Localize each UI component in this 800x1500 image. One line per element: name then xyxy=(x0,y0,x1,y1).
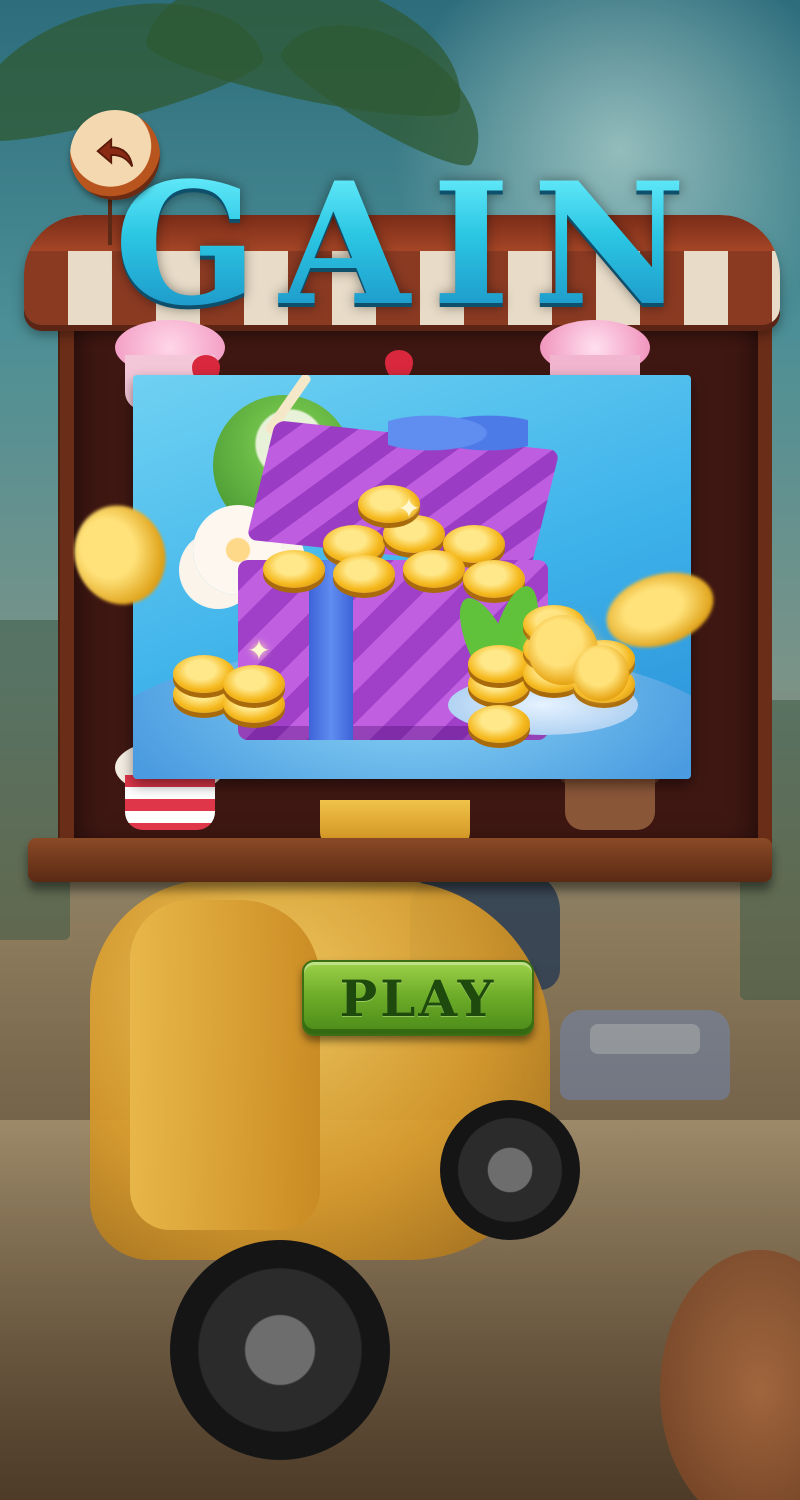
play-button-label: PLAY xyxy=(339,968,497,1028)
stand-shelf xyxy=(28,838,772,882)
gift-bow-icon xyxy=(388,403,528,463)
coin-icon xyxy=(573,645,629,701)
back-button[interactable] xyxy=(70,110,160,200)
coin-icon xyxy=(333,555,395,593)
coin-icon xyxy=(403,550,465,588)
coin-icon xyxy=(263,550,325,588)
scooter-front-wheel xyxy=(170,1240,390,1460)
reward-image: ✦ ✦ xyxy=(133,375,691,779)
coin-icon xyxy=(468,705,530,743)
back-arrow-icon xyxy=(92,130,138,180)
coin-icon xyxy=(468,645,530,683)
game-screen: GAIN ✦ ✦ PLAY xyxy=(0,0,800,1500)
scooter-rear-wheel xyxy=(440,1100,580,1240)
coin-icon xyxy=(223,665,285,703)
sparkle-icon: ✦ xyxy=(247,634,271,667)
sparkle-icon: ✦ xyxy=(397,492,421,525)
play-button[interactable]: PLAY xyxy=(302,960,534,1036)
scooter-front xyxy=(130,900,320,1230)
background-car xyxy=(560,1010,730,1100)
